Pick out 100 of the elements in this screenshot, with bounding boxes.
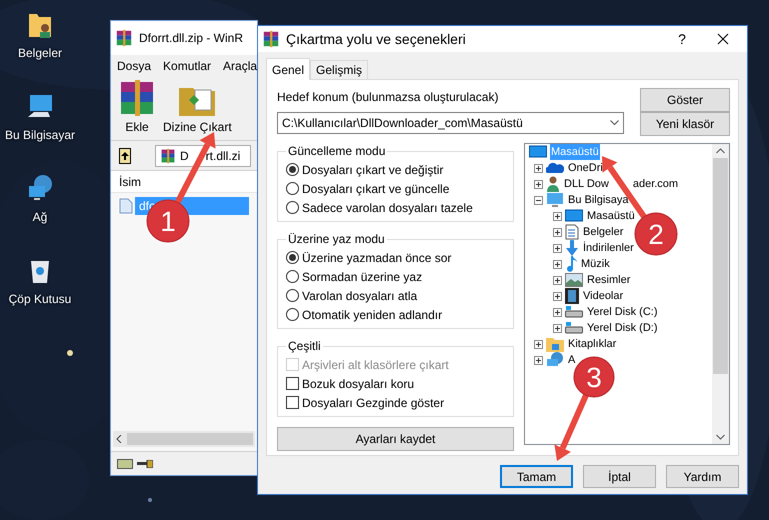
tree-item[interactable]: Müzik bbox=[580, 256, 611, 272]
expand-icon[interactable] bbox=[534, 180, 543, 188]
cloud-icon bbox=[546, 162, 564, 174]
horizontal-scrollbar[interactable] bbox=[113, 431, 255, 447]
expand-icon[interactable] bbox=[553, 276, 562, 284]
download-arrow-icon bbox=[565, 240, 579, 256]
radio-button[interactable] bbox=[286, 289, 299, 302]
tree-item[interactable]: A bbox=[567, 352, 576, 368]
checkbox[interactable] bbox=[286, 396, 299, 409]
window-title: Çıkartma yolu ve seçenekleri bbox=[286, 30, 467, 49]
step-number-badge: 2 bbox=[634, 212, 678, 256]
expand-icon[interactable] bbox=[553, 308, 562, 316]
drive-icon bbox=[565, 306, 583, 318]
app-icon bbox=[262, 30, 280, 48]
up-folder-button[interactable] bbox=[119, 148, 131, 164]
side-button[interactable]: Göster bbox=[640, 88, 730, 112]
dialog-button[interactable]: Yardım bbox=[666, 465, 739, 488]
desktop-icon-label[interactable]: Bu Bilgisayar bbox=[4, 126, 76, 144]
folder-icon bbox=[546, 336, 564, 352]
menu-item[interactable]: Komutlar bbox=[163, 57, 212, 75]
dialog-button[interactable]: Tamam bbox=[500, 465, 573, 488]
expand-icon[interactable] bbox=[553, 324, 562, 332]
menu-item[interactable]: Dosya bbox=[117, 57, 152, 75]
option-label: Dosyaları çıkart ve güncelle bbox=[302, 180, 450, 198]
network-icon bbox=[546, 352, 564, 368]
file-icon bbox=[119, 198, 133, 214]
close-icon bbox=[717, 33, 729, 45]
checkbox[interactable] bbox=[286, 377, 299, 390]
expand-icon[interactable] bbox=[534, 356, 543, 364]
save-settings-button[interactable]: Ayarları kaydet bbox=[277, 427, 514, 451]
option-label: Üzerine yazmadan önce sor bbox=[302, 250, 452, 266]
expand-icon[interactable] bbox=[553, 212, 562, 220]
radio-button[interactable] bbox=[286, 201, 299, 214]
user-icon bbox=[546, 176, 560, 192]
expand-icon[interactable] bbox=[553, 228, 562, 236]
tree-item[interactable]: Videolar bbox=[582, 288, 624, 304]
tree-item[interactable]: Yerel Disk (C:) bbox=[586, 304, 658, 320]
group-title: Üzerine yaz modu bbox=[287, 231, 386, 248]
app-icon bbox=[115, 29, 133, 47]
vertical-scrollbar[interactable] bbox=[712, 144, 729, 444]
desktop-icon-label[interactable]: Belgeler bbox=[18, 44, 62, 62]
menu-item[interactable]: Araçla bbox=[223, 57, 257, 75]
expand-icon[interactable] bbox=[534, 340, 543, 348]
tree-item[interactable]: OneDri bbox=[567, 160, 604, 176]
path-field[interactable]: D rt.dll.zi bbox=[155, 144, 252, 166]
tree-item[interactable]: Belgeler bbox=[582, 224, 624, 240]
group-title: Çeşitli bbox=[287, 338, 322, 355]
drive-icon bbox=[565, 322, 583, 334]
help-button[interactable]: ? bbox=[667, 28, 697, 50]
radio-button[interactable] bbox=[286, 251, 299, 264]
tree-item[interactable]: Yerel Disk (D:) bbox=[586, 320, 658, 336]
expand-icon[interactable] bbox=[553, 292, 562, 300]
option-label: Arşivleri alt klasörlere çıkart bbox=[302, 356, 449, 374]
option-label: Sormadan üzerine yaz bbox=[302, 268, 422, 286]
drive-icon bbox=[117, 458, 133, 468]
option-label: Sadece varolan dosyaları tazele bbox=[302, 200, 473, 216]
path-text-fragment: rt.dll.zi bbox=[206, 148, 240, 164]
film-icon bbox=[565, 288, 579, 304]
expand-icon[interactable] bbox=[553, 244, 562, 252]
side-button[interactable]: Yeni klasör bbox=[640, 112, 730, 136]
option-label: Dosyaları çıkart ve değiştir bbox=[302, 162, 444, 178]
key-icon bbox=[137, 460, 153, 468]
expand-icon[interactable] bbox=[553, 260, 562, 268]
collapse-icon[interactable] bbox=[534, 196, 543, 204]
dialog-button[interactable]: İptal bbox=[583, 465, 656, 488]
computer-icon bbox=[546, 192, 564, 208]
group-title: Güncelleme modu bbox=[287, 143, 386, 160]
option-label: Dosyaları Gezginde göster bbox=[302, 394, 444, 412]
music-note-icon bbox=[565, 256, 577, 272]
tree-item[interactable]: İndirilenler bbox=[582, 240, 635, 256]
tree-item-text-fragment: ader.com bbox=[632, 176, 678, 192]
field-label: Hedef konum (bulunmazsa oluşturulacak) bbox=[277, 89, 500, 106]
window-title: Dforrt.dll.zip - WinR bbox=[139, 30, 244, 47]
destination-combo-box[interactable]: C:\Kullanıcılar\DllDownloader_com\Masaüstü bbox=[277, 112, 624, 134]
image-icon bbox=[565, 273, 583, 287]
radio-button[interactable] bbox=[286, 182, 299, 195]
radio-button[interactable] bbox=[286, 163, 299, 176]
desktop-icon-label[interactable]: Çöp Kutusu bbox=[8, 290, 72, 308]
toolbar-button[interactable]: Dizine Çıkart bbox=[163, 82, 232, 136]
option-label: Varolan dosyaları atla bbox=[302, 288, 418, 304]
column-header[interactable]: İsim bbox=[119, 172, 141, 190]
tree-item[interactable]: DLL Dow bbox=[563, 176, 610, 192]
up-arrow-icon bbox=[120, 150, 130, 160]
monitor-icon bbox=[529, 145, 547, 159]
toolbar-button[interactable]: Ekle bbox=[117, 78, 157, 136]
tab[interactable]: Gelişmiş bbox=[310, 60, 368, 79]
tree-item[interactable]: Bu Bilgisaya bbox=[567, 192, 630, 208]
radio-button[interactable] bbox=[286, 270, 299, 283]
tree-item[interactable]: Resimler bbox=[586, 272, 632, 288]
expand-icon[interactable] bbox=[534, 164, 543, 172]
radio-button[interactable] bbox=[286, 308, 299, 321]
path-text: D bbox=[180, 148, 189, 164]
option-label: Otomatik yeniden adlandır bbox=[302, 306, 442, 324]
desktop-icon-label[interactable]: Ağ bbox=[32, 208, 48, 226]
scroll-left-icon bbox=[115, 435, 123, 443]
tree-item[interactable]: Masaüstü bbox=[586, 208, 636, 224]
option-label: Bozuk dosyaları koru bbox=[302, 376, 414, 392]
tab[interactable]: Genel bbox=[266, 58, 310, 80]
document-icon bbox=[565, 224, 579, 240]
tree-item[interactable]: Kitaplıklar bbox=[567, 336, 618, 352]
